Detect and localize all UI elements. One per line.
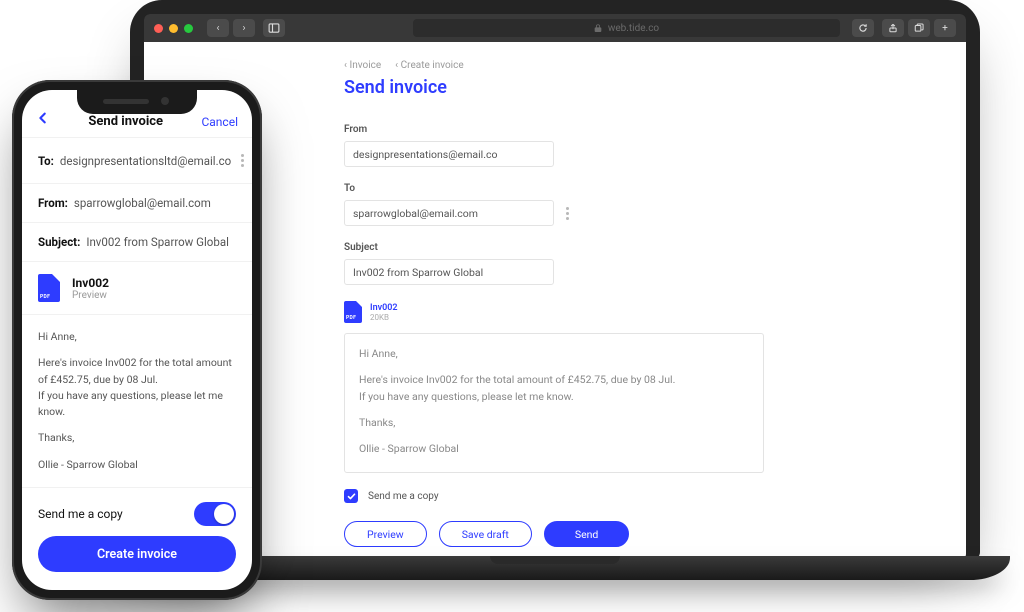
window-close-icon[interactable] [154,24,163,33]
phone-frame: Send invoice Cancel To: designpresentati… [12,80,262,600]
from-label: From [344,124,966,135]
breadcrumb[interactable]: Invoice Create invoice [344,60,966,71]
attachment[interactable]: PDF Inv002 20KB [344,301,966,323]
send-copy-label: Send me a copy [38,507,123,521]
to-row[interactable]: To: designpresentationsltd@email.co [22,138,252,184]
to-label: To: [38,154,54,168]
attachment-name: Inv002 [72,276,109,290]
phone-screen: Send invoice Cancel To: designpresentati… [22,90,252,590]
breadcrumb-item[interactable]: Create invoice [395,60,463,71]
subject-label: Subject: [38,235,80,249]
pdf-icon: PDF [344,301,362,323]
subject-value: Inv002 from Sparrow Global [86,235,229,249]
page-title: Send invoice [344,77,966,98]
address-bar[interactable]: web.tide.co [413,19,840,37]
laptop-screen: ‹ › web.tide.co + [144,14,966,560]
subject-input[interactable] [344,259,554,285]
window-zoom-icon[interactable] [184,24,193,33]
from-row[interactable]: From: sparrowglobal@email.com [22,184,252,223]
to-value: designpresentationsltd@email.co [60,154,231,168]
new-tab-button[interactable]: + [934,19,956,37]
to-more-icon[interactable] [562,203,573,224]
attachment-row[interactable]: PDF Inv002 Preview [22,262,252,315]
web-page: Invoice Create invoice Send invoice From… [144,42,966,560]
from-input[interactable] [344,141,554,167]
to-more-icon[interactable] [237,150,248,171]
sidebar-toggle-button[interactable] [263,19,285,37]
reload-button[interactable] [852,19,874,37]
create-invoice-button[interactable]: Create invoice [38,536,236,572]
breadcrumb-item[interactable]: Invoice [344,60,381,71]
browser-toolbar: ‹ › web.tide.co + [144,14,966,42]
send-copy-label: Send me a copy [368,491,439,502]
to-input[interactable] [344,200,554,226]
attachment-size: 20KB [370,313,398,322]
back-button[interactable] [36,110,50,129]
window-minimize-icon[interactable] [169,24,178,33]
message-body[interactable]: Hi Anne, Here's invoice Inv002 for the t… [344,333,764,473]
from-value: sparrowglobal@email.com [74,196,211,210]
check-icon [347,492,356,501]
subject-row[interactable]: Subject: Inv002 from Sparrow Global [22,223,252,262]
from-label: From: [38,196,68,210]
share-button[interactable] [882,19,904,37]
pdf-icon: PDF [38,274,60,302]
window-traffic-lights[interactable] [154,24,193,33]
subject-label: Subject [344,242,966,253]
message-body[interactable]: Hi Anne, Here's invoice Inv002 for the t… [22,315,252,488]
nav-forward-button[interactable]: › [233,19,255,37]
save-draft-button[interactable]: Save draft [439,521,532,547]
attachment-name: Inv002 [370,303,398,313]
tabs-button[interactable] [908,19,930,37]
address-bar-host: web.tide.co [608,23,659,34]
attachment-preview-link[interactable]: Preview [72,290,109,301]
nav-back-button[interactable]: ‹ [207,19,229,37]
screen-title: Send invoice [88,114,163,129]
preview-button[interactable]: Preview [344,521,427,547]
send-button[interactable]: Send [544,521,630,547]
send-copy-checkbox[interactable] [344,489,358,503]
lock-icon [594,24,602,32]
to-label: To [344,183,966,194]
phone-notch [77,90,197,114]
cancel-button[interactable]: Cancel [201,115,238,129]
chevron-left-icon [36,111,50,125]
